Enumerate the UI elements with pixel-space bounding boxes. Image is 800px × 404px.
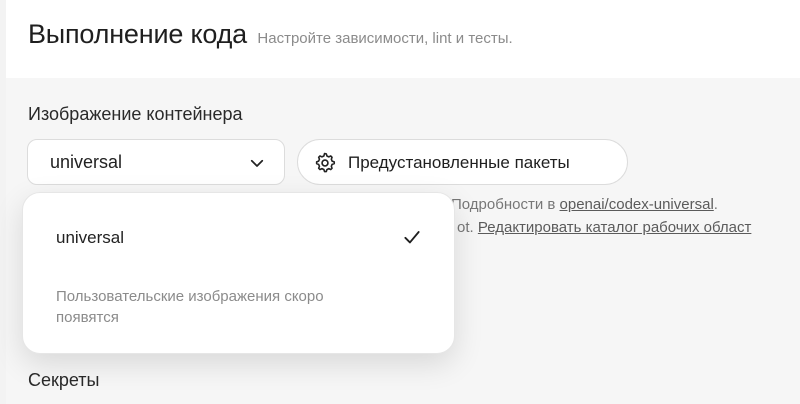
container-image-selected-value: universal [50, 152, 123, 172]
image-docs-suffix: . [713, 196, 718, 213]
chevron-down-icon [250, 159, 264, 167]
container-image-label: Изображение контейнера [28, 104, 243, 124]
image-docs-help: Подробности в openai/codex-universal. [451, 196, 718, 213]
workspace-dir-prefix: ot. [457, 219, 478, 236]
preinstalled-packages-label: Предустановленные пакеты [348, 153, 570, 172]
dropdown-option-universal[interactable]: universal [56, 228, 124, 248]
secrets-section-label: Секреты [28, 370, 100, 390]
container-image-dropdown: universal Пользовательские изображения с… [22, 192, 455, 354]
page-title: Выполнение кода Настройте зависимости, l… [28, 19, 513, 50]
gear-icon [315, 152, 336, 173]
check-icon [404, 231, 420, 244]
codex-universal-link[interactable]: openai/codex-universal [560, 196, 714, 213]
edit-workspace-dir-link[interactable]: Редактировать каталог рабочих област [478, 219, 752, 236]
image-docs-prefix: Подробности в [451, 196, 560, 213]
header: Выполнение кода Настройте зависимости, l… [6, 0, 800, 78]
page-title-text: Выполнение кода [28, 19, 247, 49]
page-subtitle: Настройте зависимости, lint и тесты. [257, 30, 513, 47]
custom-images-coming-soon: Пользовательские изображения скоро появя… [56, 288, 324, 326]
workspace-dir-help: ot. Редактировать каталог рабочих област [457, 219, 751, 236]
code-execution-panel: Выполнение кода Настройте зависимости, l… [6, 0, 800, 404]
preinstalled-packages-button[interactable]: Предустановленные пакеты [297, 139, 628, 185]
container-image-select[interactable]: universal [27, 139, 285, 185]
